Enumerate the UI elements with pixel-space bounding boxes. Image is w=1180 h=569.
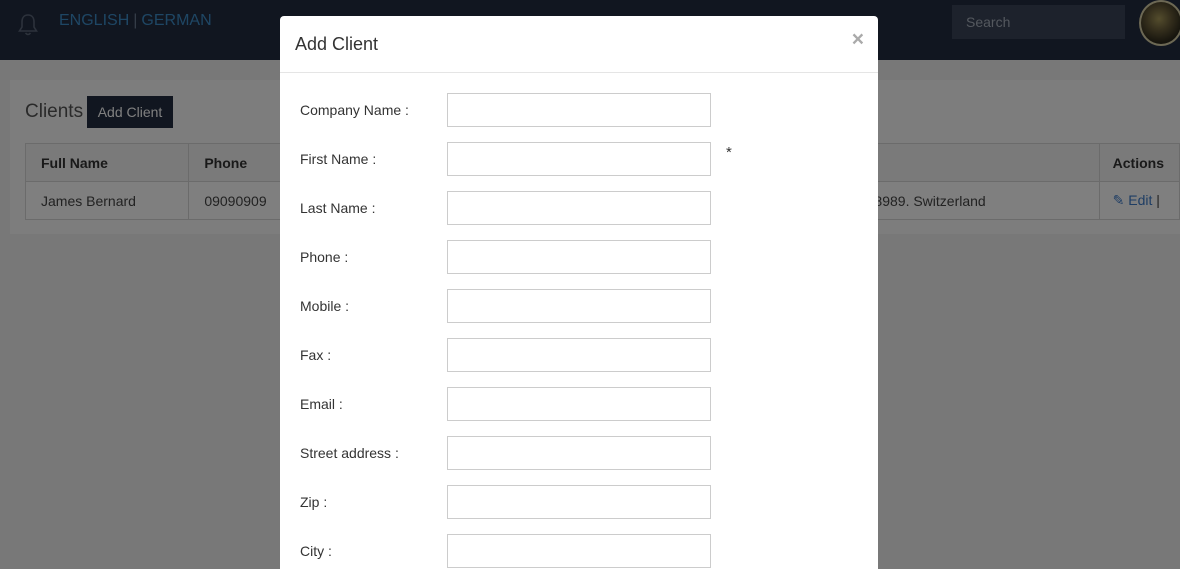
city-input[interactable] (447, 534, 711, 568)
form-row-company-name: Company Name : (280, 93, 878, 127)
required-marker: * (726, 144, 732, 161)
mobile-label: Mobile : (300, 298, 350, 314)
email-input[interactable] (447, 387, 711, 421)
add-client-modal: Add Client × Company Name : First Name :… (280, 16, 878, 569)
fax-label: Fax : (300, 347, 332, 363)
close-icon[interactable]: × (852, 29, 864, 50)
form-row-first-name: First Name : * (280, 142, 878, 176)
form-row-zip: Zip : (280, 485, 878, 519)
form-row-last-name: Last Name : (280, 191, 878, 225)
zip-label: Zip : (300, 494, 328, 510)
first-name-input[interactable] (447, 142, 711, 176)
modal-title: Add Client (295, 34, 379, 54)
zip-input[interactable] (447, 485, 711, 519)
mobile-input[interactable] (447, 289, 711, 323)
modal-header: Add Client × (280, 16, 878, 73)
first-name-label: First Name : (300, 151, 377, 167)
phone-input[interactable] (447, 240, 711, 274)
email-label: Email : (300, 396, 343, 412)
phone-label: Phone : (300, 249, 349, 265)
last-name-label: Last Name : (300, 200, 376, 216)
last-name-input[interactable] (447, 191, 711, 225)
form-row-fax: Fax : (280, 338, 878, 372)
form-row-email: Email : (280, 387, 878, 421)
company-name-input[interactable] (447, 93, 711, 127)
form-row-phone: Phone : (280, 240, 878, 274)
city-label: City : (300, 543, 332, 559)
street-address-input[interactable] (447, 436, 711, 470)
company-name-label: Company Name : (300, 102, 409, 118)
form-row-mobile: Mobile : (280, 289, 878, 323)
form-row-street-address: Street address : (280, 436, 878, 470)
form-row-city: City : (280, 534, 878, 568)
street-address-label: Street address : (300, 445, 399, 461)
fax-input[interactable] (447, 338, 711, 372)
